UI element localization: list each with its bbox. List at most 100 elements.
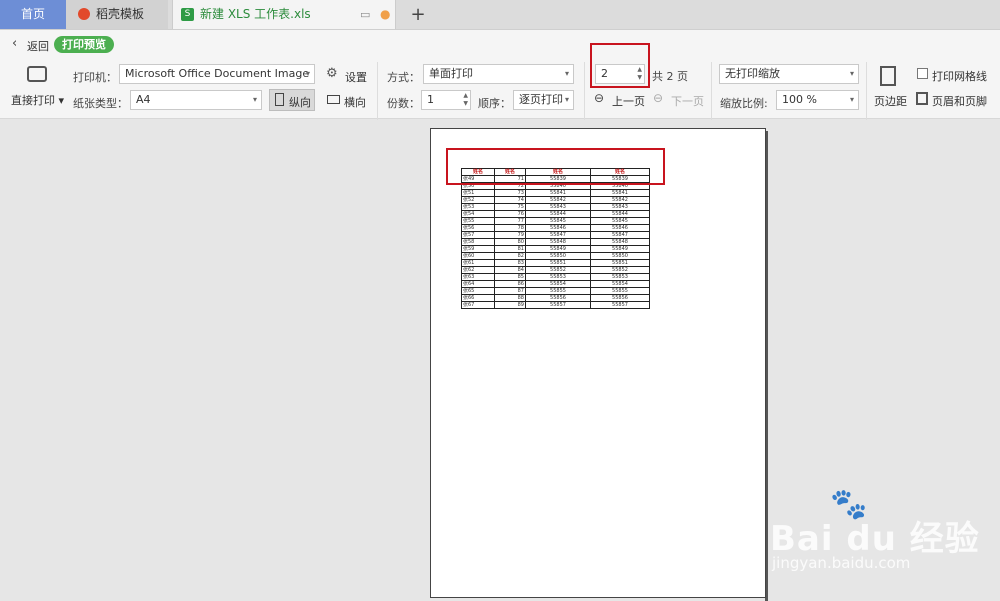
daoke-logo-icon — [78, 8, 90, 20]
printer-icon[interactable] — [27, 66, 47, 82]
preview-table-body: 张49 71 55839 55839 张50 72 55840 55840 张51 73 55841… — [461, 175, 650, 309]
preview-table: 姓名 姓名 姓名 姓名 张49 71 55839 55839 张50 72 55840 558… — [461, 168, 650, 309]
print-gridlines-label: 打印网格线 — [932, 70, 987, 83]
table-cell: 55842 — [525, 196, 591, 204]
highlight-box-header — [446, 148, 665, 185]
baidu-watermark: 🐾 Bai du 经验 jingyan.baidu.com — [768, 485, 998, 585]
table-cell: 55846 — [525, 224, 591, 232]
direct-print-button[interactable]: 直接打印 ▾ — [11, 92, 64, 108]
order-select[interactable]: 逐页打印 ▾ — [513, 90, 574, 110]
table-row: 张64 86 55854 55854 — [461, 280, 650, 288]
table-cell: 78 — [494, 224, 526, 232]
back-arrow-icon[interactable]: ‹ — [12, 36, 17, 51]
table-cell: 55856 — [525, 294, 591, 302]
add-tab-button[interactable]: + — [406, 0, 430, 29]
table-row: 张60 82 55850 55850 — [461, 252, 650, 260]
table-cell: 55848 — [590, 238, 650, 246]
table-cell: 55843 — [590, 203, 650, 211]
settings-gear-icon[interactable]: ⚙ — [326, 66, 338, 81]
table-cell: 55846 — [590, 224, 650, 232]
next-page-icon[interactable]: ⊖ — [653, 91, 663, 105]
table-row: 张61 83 55851 55851 — [461, 259, 650, 267]
landscape-button[interactable]: 横向 — [325, 90, 371, 110]
table-cell: 55855 — [525, 287, 591, 295]
table-cell: 55854 — [525, 280, 591, 288]
zoom-select[interactable]: 100 % ▾ — [776, 90, 859, 110]
chevron-down-icon: ▾ — [849, 69, 854, 78]
table-row: 张58 80 55848 55848 — [461, 238, 650, 246]
copies-label: 份数： — [387, 97, 420, 110]
table-cell: 83 — [494, 259, 526, 267]
gridlines-checkbox[interactable] — [917, 68, 928, 79]
table-cell: 张64 — [461, 280, 495, 288]
table-row: 张65 87 55855 55855 — [461, 287, 650, 295]
prev-page-button[interactable]: 上一页 — [612, 93, 645, 109]
table-cell: 55849 — [525, 245, 591, 253]
watermark-url: jingyan.baidu.com — [772, 554, 911, 572]
print-toolbar: ‹ 返回 打印预览 直接打印 ▾ 打印机： Microsoft Office D… — [0, 30, 1000, 120]
table-row: 张52 74 55842 55842 — [461, 196, 650, 204]
table-row: 张56 78 55846 55846 — [461, 224, 650, 232]
chevron-down-icon: ▾ — [564, 95, 569, 104]
divider — [711, 62, 712, 120]
table-cell: 89 — [494, 301, 526, 309]
table-cell: 55845 — [590, 217, 650, 225]
tab-document[interactable]: S 新建 XLS 工作表.xls ▭ ● — [172, 0, 396, 29]
table-cell: 55857 — [525, 301, 591, 309]
margins-button[interactable]: 页边距 — [874, 93, 907, 109]
header-footer-icon[interactable] — [916, 92, 928, 105]
copies-input[interactable]: 1 ▲ ▼ — [421, 90, 471, 110]
table-cell: 87 — [494, 287, 526, 295]
paper-type-label: 纸张类型： — [73, 97, 128, 110]
spinner-icon[interactable]: ▲ ▼ — [463, 92, 468, 108]
table-cell: 76 — [494, 210, 526, 218]
method-select[interactable]: 单面打印 ▾ — [423, 64, 574, 84]
table-cell: 张54 — [461, 210, 495, 218]
table-cell: 55852 — [525, 266, 591, 274]
divider — [377, 62, 378, 120]
table-cell: 55845 — [525, 217, 591, 225]
table-cell: 张61 — [461, 259, 495, 267]
table-row: 张66 88 55856 55856 — [461, 294, 650, 302]
table-cell: 张52 — [461, 196, 495, 204]
table-cell: 55853 — [590, 273, 650, 281]
table-row: 张54 76 55844 55844 — [461, 210, 650, 218]
table-cell: 81 — [494, 245, 526, 253]
total-pages-label: 共 2 页 — [652, 70, 688, 83]
table-cell: 55850 — [590, 252, 650, 260]
table-cell: 张58 — [461, 238, 495, 246]
table-cell: 55841 — [590, 189, 650, 197]
monitor-icon[interactable]: ▭ — [360, 0, 370, 29]
table-row: 张53 75 55843 55843 — [461, 203, 650, 211]
chevron-down-icon: ▾ — [849, 95, 854, 104]
table-cell: 张60 — [461, 252, 495, 260]
header-footer-button[interactable]: 页眉和页脚 — [932, 93, 987, 109]
printer-select[interactable]: Microsoft Office Document Image ▾ — [119, 64, 315, 84]
tab-home[interactable]: 首页 — [0, 0, 66, 29]
landscape-icon — [327, 95, 340, 104]
prev-page-icon[interactable]: ⊖ — [594, 91, 604, 105]
settings-button[interactable]: 设置 — [345, 69, 367, 85]
table-cell: 张56 — [461, 224, 495, 232]
table-cell: 张55 — [461, 217, 495, 225]
table-cell: 张66 — [461, 294, 495, 302]
page-margins-icon[interactable] — [880, 66, 896, 86]
table-row: 张67 89 55857 55857 — [461, 301, 650, 309]
tab-template[interactable]: 稻壳模板 — [66, 0, 168, 29]
portrait-button[interactable]: 纵向 — [269, 89, 315, 111]
paper-type-select[interactable]: A4 ▾ — [130, 90, 262, 110]
table-cell: 74 — [494, 196, 526, 204]
table-cell: 73 — [494, 189, 526, 197]
table-cell: 82 — [494, 252, 526, 260]
table-cell: 55851 — [590, 259, 650, 267]
table-row: 张57 79 55847 55847 — [461, 231, 650, 239]
printer-label: 打印机： — [73, 71, 117, 84]
chevron-down-icon: ▾ — [564, 69, 569, 78]
table-cell: 张57 — [461, 231, 495, 239]
next-page-button[interactable]: 下一页 — [671, 93, 704, 109]
table-cell: 55851 — [525, 259, 591, 267]
table-row: 张59 81 55849 55849 — [461, 245, 650, 253]
back-button[interactable]: 返回 — [27, 38, 49, 54]
scaling-select[interactable]: 无打印缩放 ▾ — [719, 64, 859, 84]
table-cell: 55853 — [525, 273, 591, 281]
